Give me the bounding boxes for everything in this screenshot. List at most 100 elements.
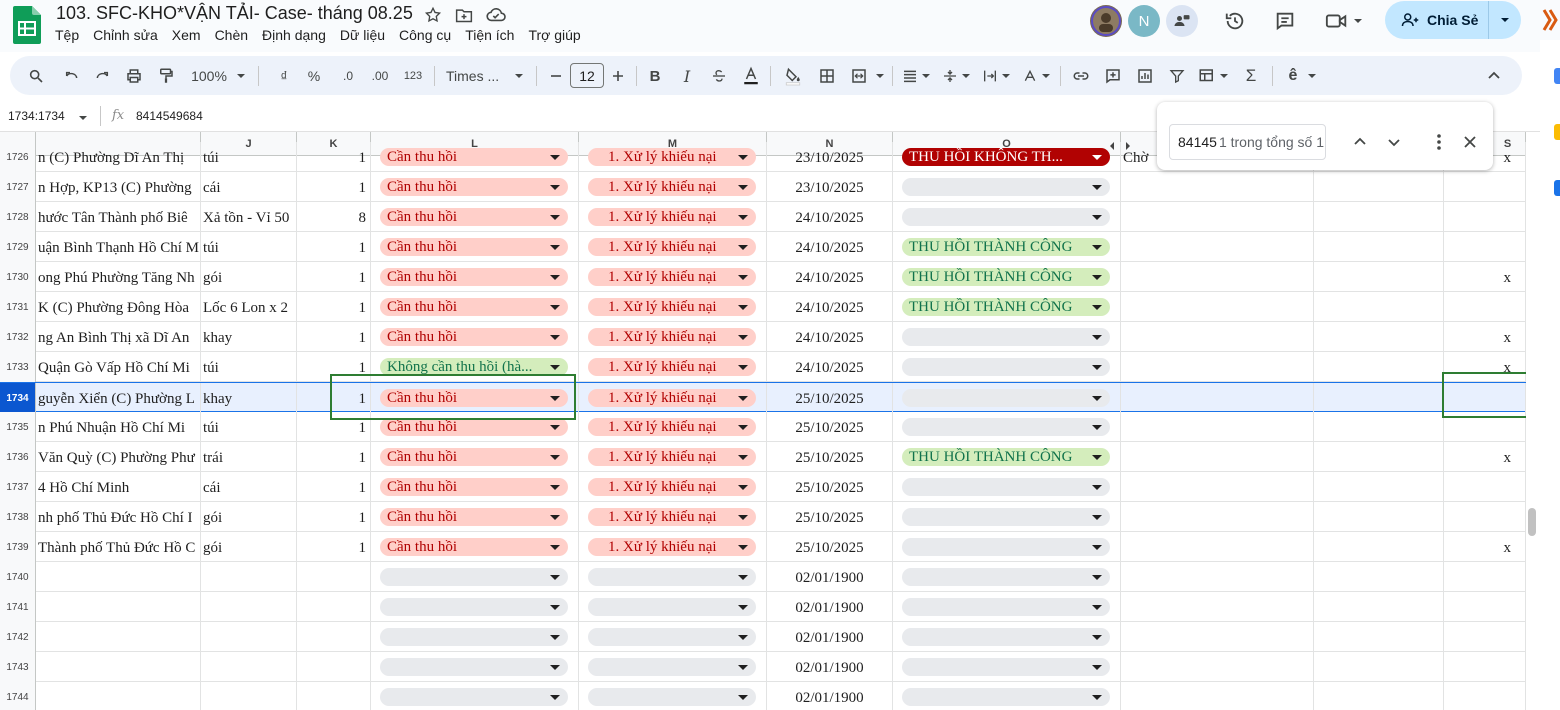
- cell-date[interactable]: 02/01/1900: [767, 592, 893, 622]
- cell-handling[interactable]: 1. Xử lý khiếu nại: [579, 292, 767, 322]
- menu-view[interactable]: Xem: [172, 27, 208, 43]
- cell-handling[interactable]: 1. Xử lý khiếu nại: [579, 472, 767, 502]
- cell-result[interactable]: [893, 532, 1121, 562]
- cell-note[interactable]: [1121, 172, 1314, 202]
- meet-icon[interactable]: [1316, 2, 1372, 40]
- cell-mark[interactable]: [1444, 562, 1526, 592]
- cell-result[interactable]: [893, 622, 1121, 652]
- cell-address[interactable]: 4 Hồ Chí Minh: [36, 472, 201, 502]
- cell-date[interactable]: 25/10/2025: [767, 412, 893, 442]
- cell-recall-status[interactable]: Cần thu hồi: [371, 232, 579, 262]
- cell-recall-status[interactable]: Cần thu hồi: [371, 262, 579, 292]
- cell-note[interactable]: [1121, 532, 1314, 562]
- cell-note[interactable]: [1121, 202, 1314, 232]
- row-header[interactable]: 1744: [0, 682, 36, 710]
- cell-q[interactable]: [1314, 592, 1444, 622]
- cell-recall-status[interactable]: Cần thu hồi: [371, 502, 579, 532]
- cell-handling[interactable]: 1. Xử lý khiếu nại: [579, 262, 767, 292]
- cell-unit[interactable]: gói: [201, 262, 297, 292]
- recall-status-dropdown[interactable]: Cần thu hồi: [380, 389, 568, 407]
- merge-chevron-down-icon[interactable]: [874, 64, 886, 88]
- cell-address[interactable]: uận Bình Thạnh Hồ Chí M: [36, 232, 201, 262]
- cell-handling[interactable]: [579, 682, 767, 710]
- handling-dropdown[interactable]: 1. Xử lý khiếu nại: [588, 418, 756, 436]
- document-title[interactable]: 103. SFC-KHO*VẬN TẢI- Case- tháng 08.25: [56, 3, 413, 24]
- result-dropdown[interactable]: THU HỒI THÀNH CÔNG: [902, 238, 1110, 256]
- recall-status-dropdown[interactable]: Cần thu hồi: [380, 448, 568, 466]
- menu-data[interactable]: Dữ liệu: [340, 27, 392, 43]
- valign-chevron-down-icon[interactable]: [960, 64, 972, 88]
- handling-dropdown[interactable]: 1. Xử lý khiếu nại: [588, 389, 756, 407]
- handling-dropdown[interactable]: 1. Xử lý khiếu nại: [588, 478, 756, 496]
- cell-quantity[interactable]: 1: [297, 383, 371, 413]
- calendar-icon[interactable]: [1554, 68, 1560, 84]
- result-dropdown[interactable]: [902, 538, 1110, 556]
- result-dropdown[interactable]: [902, 358, 1110, 376]
- cell-address[interactable]: [36, 682, 201, 710]
- result-dropdown[interactable]: [902, 208, 1110, 226]
- cell-unit[interactable]: túi: [201, 232, 297, 262]
- cell-handling[interactable]: [579, 562, 767, 592]
- cell-quantity[interactable]: [297, 682, 371, 710]
- menu-insert[interactable]: Chèn: [215, 27, 255, 43]
- comments-icon[interactable]: [1266, 2, 1304, 40]
- cell-recall-status[interactable]: Cần thu hồi: [371, 383, 579, 413]
- currency-format-button[interactable]: ₫: [274, 64, 294, 88]
- rotation-chevron-down-icon[interactable]: [1040, 64, 1052, 88]
- recall-status-dropdown[interactable]: Cần thu hồi: [380, 478, 568, 496]
- recall-status-dropdown[interactable]: [380, 628, 568, 646]
- functions-icon[interactable]: Σ: [1240, 64, 1262, 88]
- cell-handling[interactable]: 1. Xử lý khiếu nại: [579, 502, 767, 532]
- recall-status-dropdown[interactable]: [380, 598, 568, 616]
- avatar[interactable]: N: [1128, 5, 1160, 37]
- sheets-logo-icon[interactable]: [13, 6, 41, 44]
- strikethrough-icon[interactable]: [708, 64, 730, 88]
- handling-dropdown[interactable]: 1. Xử lý khiếu nại: [588, 508, 756, 526]
- cell-result[interactable]: [893, 412, 1121, 442]
- cell-address[interactable]: [36, 562, 201, 592]
- handling-dropdown[interactable]: 1. Xử lý khiếu nại: [588, 328, 756, 346]
- cell-q[interactable]: [1314, 322, 1444, 352]
- recall-status-dropdown[interactable]: Cần thu hồi: [380, 238, 568, 256]
- keep-icon[interactable]: [1554, 124, 1560, 140]
- cell-unit[interactable]: khay: [201, 383, 297, 413]
- cell-q[interactable]: [1314, 502, 1444, 532]
- move-folder-icon[interactable]: [453, 4, 475, 26]
- cell-note[interactable]: [1121, 472, 1314, 502]
- cell-quantity[interactable]: [297, 592, 371, 622]
- cell-result[interactable]: [893, 383, 1121, 413]
- result-dropdown[interactable]: [902, 328, 1110, 346]
- result-dropdown[interactable]: [902, 389, 1110, 407]
- handling-dropdown[interactable]: [588, 688, 756, 706]
- cell-address[interactable]: Quận Gò Vấp Hồ Chí Mi: [36, 352, 201, 382]
- cell-q[interactable]: [1314, 383, 1444, 413]
- cell-q[interactable]: [1314, 562, 1444, 592]
- result-dropdown[interactable]: THU HỒI THÀNH CÔNG: [902, 448, 1110, 466]
- row-header[interactable]: 1734: [0, 383, 36, 413]
- cell-recall-status[interactable]: Cần thu hồi: [371, 172, 579, 202]
- cell-result[interactable]: [893, 472, 1121, 502]
- cell-q[interactable]: [1314, 202, 1444, 232]
- handling-dropdown[interactable]: 1. Xử lý khiếu nại: [588, 208, 756, 226]
- cell-quantity[interactable]: [297, 652, 371, 682]
- row-header[interactable]: 1736: [0, 442, 36, 472]
- cell-quantity[interactable]: 1: [297, 262, 371, 292]
- cell-unit[interactable]: [201, 592, 297, 622]
- cell-result[interactable]: [893, 202, 1121, 232]
- cell-recall-status[interactable]: [371, 562, 579, 592]
- fill-color-icon[interactable]: [782, 64, 804, 88]
- row-header[interactable]: 1739: [0, 532, 36, 562]
- cell-address[interactable]: guyễn Xiển (C) Phường L: [36, 383, 201, 413]
- close-icon[interactable]: [1458, 130, 1482, 154]
- cell-mark[interactable]: [1444, 472, 1526, 502]
- cell-result[interactable]: [893, 652, 1121, 682]
- handling-dropdown[interactable]: 1. Xử lý khiếu nại: [588, 538, 756, 556]
- scrollbar-thumb[interactable]: [1528, 508, 1536, 536]
- cell-address[interactable]: n (C) Phường Dĩ An Thị: [36, 142, 201, 172]
- recall-status-dropdown[interactable]: Cần thu hồi: [380, 418, 568, 436]
- cell-result[interactable]: THU HỒI THÀNH CÔNG: [893, 442, 1121, 472]
- cell-date[interactable]: 24/10/2025: [767, 352, 893, 382]
- cell-address[interactable]: ng An Bình Thị xã Dĩ An: [36, 322, 201, 352]
- formula-input[interactable]: 8414549684: [136, 109, 203, 123]
- recall-status-dropdown[interactable]: Cần thu hồi: [380, 268, 568, 286]
